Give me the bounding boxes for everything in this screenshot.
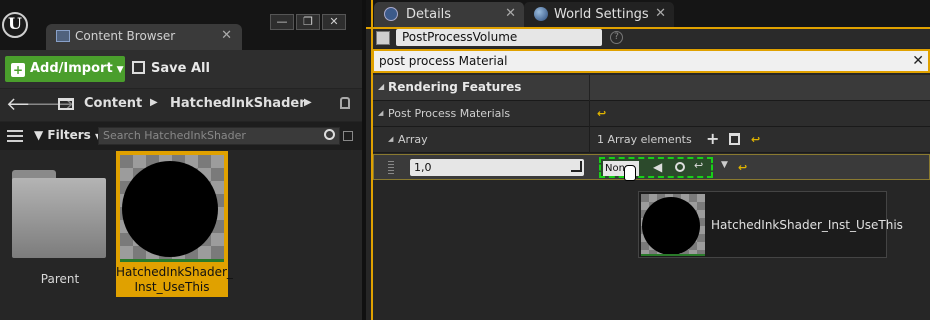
property-array: ◢ Array 1 Array elements + ↩ — [373, 127, 930, 153]
save-all-button[interactable]: Save All — [132, 56, 210, 82]
property-label: Post Process Materials — [388, 107, 511, 120]
property-post-process-materials: ◢ Post Process Materials ↩ — [373, 101, 930, 127]
reset-to-default-icon[interactable]: ↩ — [597, 107, 606, 120]
filter-bar: ▼ Filters ▼ Search HatchedInkShader — [0, 122, 362, 150]
title-bar: U Content Browser ✕ — ❐ ✕ — [0, 0, 366, 50]
tab-world-settings-label: World Settings — [554, 7, 649, 22]
asset-label-line2: Inst_UseThis — [134, 280, 210, 294]
breadcrumb-hatchedinkshader[interactable]: HatchedInkShader — [170, 96, 306, 111]
array-count: 1 Array elements — [597, 133, 692, 146]
category-rendering-features[interactable]: ◢ Rendering Features — [373, 75, 930, 101]
tab-details-label: Details — [406, 7, 452, 22]
search-icon — [324, 129, 335, 140]
collapse-arrow-icon[interactable]: ◢ — [378, 109, 383, 117]
use-selected-arrow-icon[interactable]: ◀ — [653, 160, 662, 174]
browse-search-icon[interactable] — [675, 162, 685, 172]
reset-to-default-icon[interactable]: ↩ — [738, 161, 747, 174]
filters-button[interactable]: ▼ Filters ▼ — [34, 128, 101, 142]
tab-content-browser[interactable]: Content Browser ✕ — [46, 24, 242, 50]
asset-view: Parent HatchedInkShader_ Inst_UseThis — [0, 150, 362, 320]
search-placeholder: Search HatchedInkShader — [103, 129, 246, 142]
filter-icon: ▼ — [34, 128, 44, 142]
folder-icon — [58, 98, 74, 110]
sources-list-icon[interactable] — [7, 130, 23, 142]
breadcrumb-content[interactable]: Content — [84, 96, 142, 111]
weight-value: 1,0 — [414, 161, 432, 174]
category-label: Rendering Features — [388, 80, 522, 94]
info-icon — [384, 7, 398, 21]
add-import-button[interactable]: + Add/Import ▼ — [5, 56, 125, 82]
content-browser-icon — [56, 30, 70, 42]
drag-asset-label: HatchedInkShader_Inst_UseThis — [711, 218, 903, 232]
add-import-label: Add/Import — [30, 61, 113, 76]
details-search-input[interactable]: post process Material ✕ — [374, 51, 928, 71]
save-icon — [132, 61, 145, 74]
path-bar: 🡐 🡒 Content ▶ HatchedInkShader ▶ — [0, 89, 362, 121]
folder-label: Parent — [40, 272, 80, 286]
filters-label: Filters — [47, 128, 91, 142]
plus-icon: + — [11, 63, 25, 77]
close-tab-icon[interactable]: ✕ — [505, 6, 516, 21]
chevron-down-icon: ▼ — [116, 65, 124, 75]
hand-cursor-icon — [624, 165, 636, 181]
unreal-logo-icon: U — [2, 12, 28, 38]
save-search-icon[interactable] — [343, 131, 353, 141]
breadcrumb-separator-icon: ▶ — [150, 97, 158, 108]
asset-thumbnail — [641, 194, 705, 256]
asset-search-input[interactable]: Search HatchedInkShader — [98, 127, 340, 145]
breadcrumb-separator-icon[interactable]: ▶ — [304, 97, 312, 108]
drag-drop-tooltip: HatchedInkShader_Inst_UseThis — [638, 191, 903, 258]
column-divider[interactable] — [589, 101, 590, 127]
folder-icon — [12, 178, 106, 258]
content-browser-panel: U Content Browser ✕ — ❐ ✕ + Add/Import ▼ S… — [0, 0, 366, 320]
column-divider[interactable] — [589, 127, 590, 153]
array-element-row: 1,0 None ◀ ↩ ▼ ↩ — [373, 154, 930, 181]
asset-label: HatchedInkShader_ Inst_UseThis — [116, 265, 233, 295]
resize-handle-icon[interactable] — [571, 161, 582, 172]
clear-search-icon[interactable]: ✕ — [912, 51, 924, 71]
material-drop-target[interactable]: None ◀ ↩ — [599, 157, 713, 178]
lock-icon[interactable] — [340, 97, 350, 109]
weight-input[interactable]: 1,0 — [410, 159, 584, 176]
drag-handle-icon[interactable] — [388, 161, 394, 174]
chevron-down-icon[interactable]: ▼ — [721, 160, 728, 170]
asset-material-instance[interactable]: HatchedInkShader_ Inst_UseThis — [116, 151, 233, 297]
close-window-button[interactable]: ✕ — [322, 14, 346, 30]
sphere-preview — [122, 161, 218, 257]
details-search-value: post process Material — [379, 54, 508, 68]
globe-icon — [534, 7, 548, 21]
collapse-arrow-icon[interactable]: ◢ — [378, 82, 384, 91]
close-tab-icon[interactable]: ✕ — [221, 28, 232, 43]
details-search-row: post process Material ✕ — [373, 49, 930, 73]
asset-thumbnail — [120, 155, 224, 259]
tab-label: Content Browser — [75, 29, 176, 43]
column-divider — [589, 75, 590, 101]
asset-label-line1: HatchedInkShader_ — [116, 265, 233, 279]
reset-to-default-icon[interactable]: ↩ — [751, 133, 760, 146]
asset-type-color-bar — [120, 259, 224, 262]
actor-icon — [376, 31, 390, 45]
tab-world-settings[interactable]: World Settings ✕ — [524, 2, 674, 27]
actor-name-field[interactable]: PostProcessVolume — [396, 29, 602, 46]
property-label: Array — [398, 133, 428, 146]
collapse-arrow-icon[interactable]: ◢ — [388, 135, 393, 143]
trash-icon[interactable] — [729, 133, 740, 145]
details-panel: Details ✕ World Settings ✕ PostProcessVo… — [366, 0, 930, 320]
reset-to-default-icon[interactable]: ↩ — [694, 159, 703, 172]
minimize-button[interactable]: — — [270, 14, 294, 30]
actor-name-row: PostProcessVolume ? — [373, 29, 930, 48]
add-element-icon[interactable]: + — [706, 129, 719, 148]
sphere-preview — [642, 197, 700, 254]
content-browser-toolbar: + Add/Import ▼ Save All — [0, 50, 362, 88]
help-icon[interactable]: ? — [610, 31, 623, 44]
maximize-button[interactable]: ❐ — [296, 14, 320, 30]
details-tab-bar: Details ✕ World Settings ✕ — [366, 0, 930, 27]
tab-details[interactable]: Details ✕ — [374, 2, 524, 27]
folder-parent[interactable] — [12, 170, 107, 258]
close-tab-icon[interactable]: ✕ — [655, 6, 666, 21]
save-all-label: Save All — [151, 61, 210, 76]
